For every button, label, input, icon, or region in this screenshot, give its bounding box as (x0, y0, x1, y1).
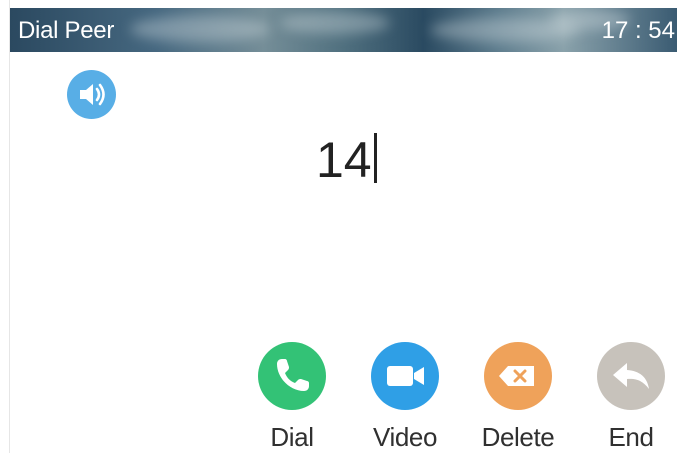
video-camera-icon (371, 342, 439, 410)
video-button[interactable]: Video (360, 342, 450, 453)
dialed-number: 14 (316, 132, 372, 188)
phone-icon (258, 342, 326, 410)
delete-label: Delete (481, 422, 555, 452)
dialed-number-field[interactable]: 14 (316, 130, 377, 190)
return-arrow-icon (597, 342, 665, 410)
phone-screen: Dial Peer 17 : 54 14 Dial Video Delete E… (0, 0, 677, 453)
speaker-icon (67, 70, 116, 119)
dial-button[interactable]: Dial (247, 342, 337, 453)
text-cursor (373, 133, 377, 183)
end-button[interactable]: End (586, 342, 676, 453)
screen-title: Dial Peer (18, 17, 115, 44)
delete-button[interactable]: Delete (473, 342, 563, 453)
dial-label: Dial (270, 422, 314, 452)
status-bar: Dial Peer 17 : 54 (10, 8, 677, 52)
end-label: End (608, 422, 654, 452)
video-label: Video (372, 422, 438, 452)
clock-time: 17 : 54 (601, 17, 675, 44)
backspace-icon (484, 342, 552, 410)
screen-edge (0, 0, 10, 453)
